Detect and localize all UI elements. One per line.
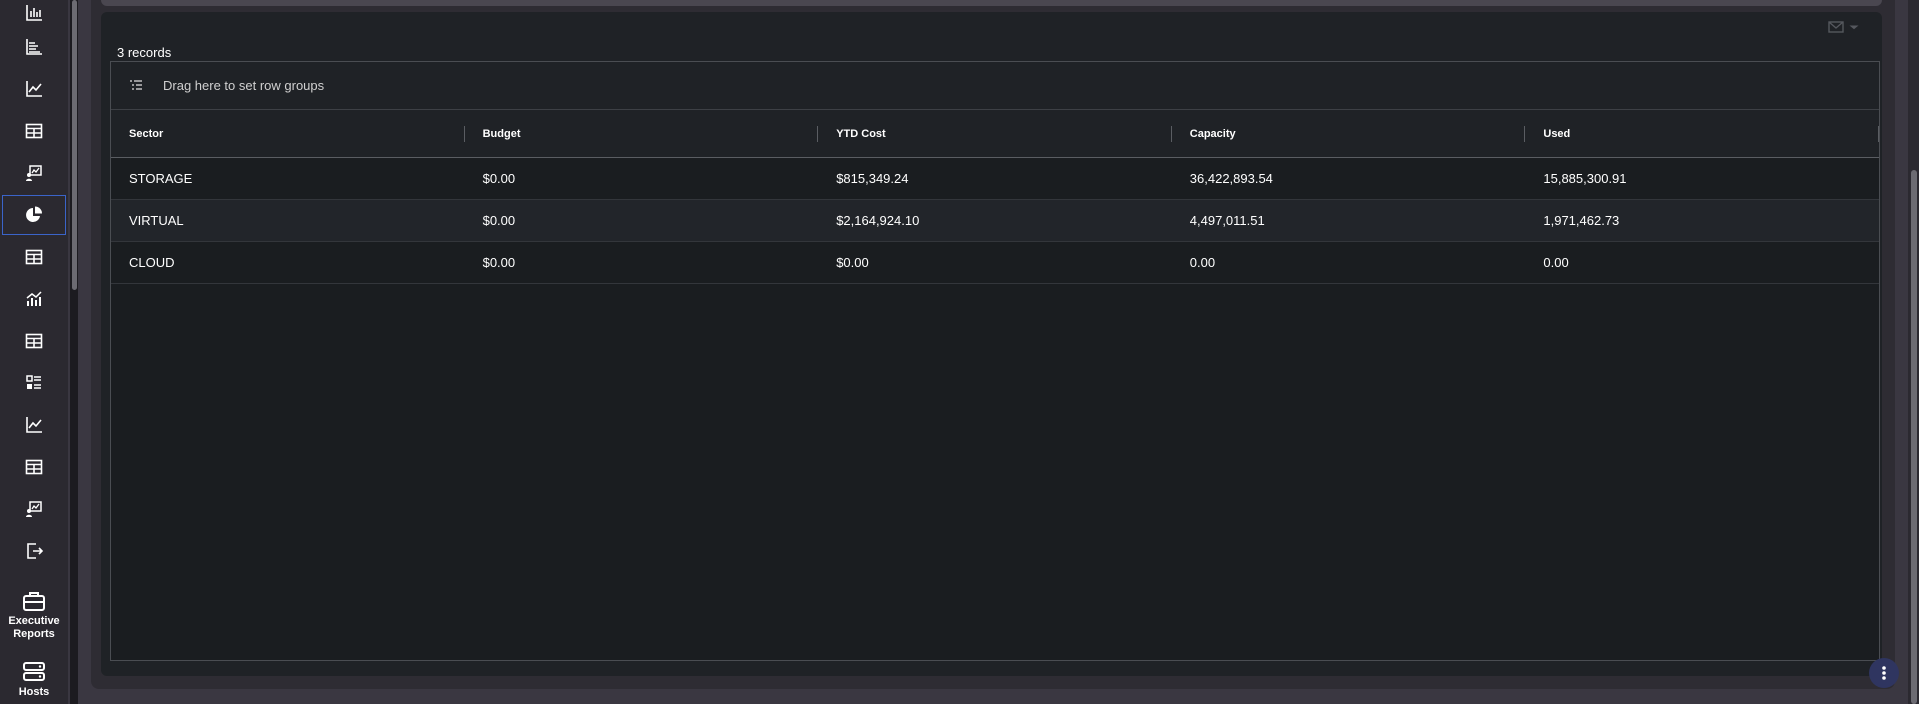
server-icon: [23, 662, 45, 681]
previous-card-edge: [101, 0, 1882, 6]
column-header-ytd-cost[interactable]: YTD Cost: [818, 110, 1172, 157]
column-header-label: Sector: [129, 127, 164, 140]
row-group-hint: Drag here to set row groups: [163, 78, 325, 93]
table-row[interactable]: STORAGE $0.00 $815,349.24 36,422,893.54 …: [111, 158, 1879, 200]
sidebar-scrollbar-thumb[interactable]: [72, 0, 77, 290]
cell-ytd-cost: $2,164,924.10: [836, 213, 920, 228]
column-header-used[interactable]: Used: [1525, 110, 1879, 157]
sidebar-item-table-2[interactable]: [0, 236, 68, 278]
table-icon: [25, 333, 43, 349]
sidebar-section-label: Hosts: [18, 686, 50, 698]
sidebar-section-executive-reports[interactable]: Executive Reports: [0, 590, 68, 641]
cell-capacity: 0.00: [1189, 255, 1216, 270]
cell-sector: STORAGE: [129, 171, 193, 186]
bar-chart-icon: [26, 5, 42, 21]
chevron-down-icon[interactable]: [1848, 20, 1860, 34]
line-chart-icon: [26, 81, 42, 97]
sidebar: Executive Reports Hosts: [0, 0, 68, 704]
vertical-dots-icon: [1882, 666, 1886, 680]
presentation-chart-icon: [26, 165, 42, 181]
more-options-button[interactable]: [1869, 658, 1899, 688]
sidebar-item-list-table[interactable]: [0, 362, 68, 404]
presentation-chart-icon: [26, 501, 42, 517]
combo-chart-icon: [26, 291, 42, 306]
report-card: 3 records Drag here to set row groups Se…: [101, 12, 1882, 676]
cell-sector: CLOUD: [129, 255, 175, 270]
column-header-sector[interactable]: Sector: [111, 110, 465, 157]
table-row[interactable]: CLOUD $0.00 $0.00 0.00 0.00: [111, 242, 1879, 284]
record-count: 3 records: [117, 45, 172, 60]
sidebar-section-label: Executive Reports: [8, 615, 60, 640]
sidebar-icon-list: [0, 0, 68, 572]
table-icon: [25, 249, 43, 265]
cell-used: 0.00: [1543, 255, 1569, 270]
row-group-drop-zone[interactable]: Drag here to set row groups: [111, 62, 1879, 110]
data-grid: Drag here to set row groups Sector Budge…: [110, 61, 1880, 661]
sidebar-item-table-4[interactable]: [0, 446, 68, 488]
column-header-label: Budget: [482, 127, 521, 140]
sidebar-item-table[interactable]: [0, 110, 68, 152]
pie-chart-icon: [26, 206, 42, 222]
table-header-row: Sector Budget YTD Cost Capacity Used: [111, 110, 1879, 158]
column-header-budget[interactable]: Budget: [465, 110, 819, 157]
cell-budget: $0.00: [482, 171, 516, 186]
line-chart-icon: [26, 417, 42, 433]
cell-ytd-cost: $815,349.24: [836, 171, 909, 186]
column-header-capacity[interactable]: Capacity: [1172, 110, 1526, 157]
export-icon: [27, 543, 44, 559]
table-icon: [25, 459, 43, 475]
column-header-label: Capacity: [1189, 127, 1236, 140]
cell-capacity: 4,497,011.51: [1189, 213, 1265, 228]
cell-ytd-cost: $0.00: [836, 255, 869, 270]
cell-used: 15,885,300.91: [1543, 171, 1627, 186]
sidebar-item-bar-chart[interactable]: [0, 0, 68, 26]
sidebar-item-presentation[interactable]: [0, 152, 68, 194]
sidebar-item-horizontal-bar-chart[interactable]: [0, 26, 68, 68]
page-scrollbar-thumb[interactable]: [1911, 170, 1917, 704]
cell-used: 1,971,462.73: [1543, 213, 1620, 228]
row-groups-icon: [130, 79, 142, 90]
horizontal-bar-chart-icon: [26, 39, 42, 55]
mail-icon[interactable]: [1828, 20, 1844, 34]
cell-budget: $0.00: [482, 255, 516, 270]
sidebar-item-combo-chart[interactable]: [0, 278, 68, 320]
card-tools: [1828, 20, 1860, 34]
sidebar-item-presentation-2[interactable]: [0, 488, 68, 530]
sidebar-item-table-3[interactable]: [0, 320, 68, 362]
cell-sector: VIRTUAL: [129, 213, 184, 228]
column-header-label: YTD Cost: [836, 127, 886, 140]
cell-capacity: 36,422,893.54: [1189, 171, 1273, 186]
sidebar-item-pie-chart[interactable]: [1, 194, 67, 236]
table-icon: [25, 123, 43, 139]
briefcase-icon: [23, 592, 45, 611]
list-table-icon: [26, 375, 41, 389]
sidebar-section-hosts[interactable]: Hosts: [0, 661, 68, 699]
column-resize-handle[interactable]: [1877, 126, 1879, 142]
cell-budget: $0.00: [482, 213, 516, 228]
table-row[interactable]: VIRTUAL $0.00 $2,164,924.10 4,497,011.51…: [111, 200, 1879, 242]
sidebar-item-export[interactable]: [0, 530, 68, 572]
sidebar-item-line-chart[interactable]: [0, 68, 68, 110]
column-header-label: Used: [1543, 127, 1571, 140]
sidebar-item-line-chart-2[interactable]: [0, 404, 68, 446]
